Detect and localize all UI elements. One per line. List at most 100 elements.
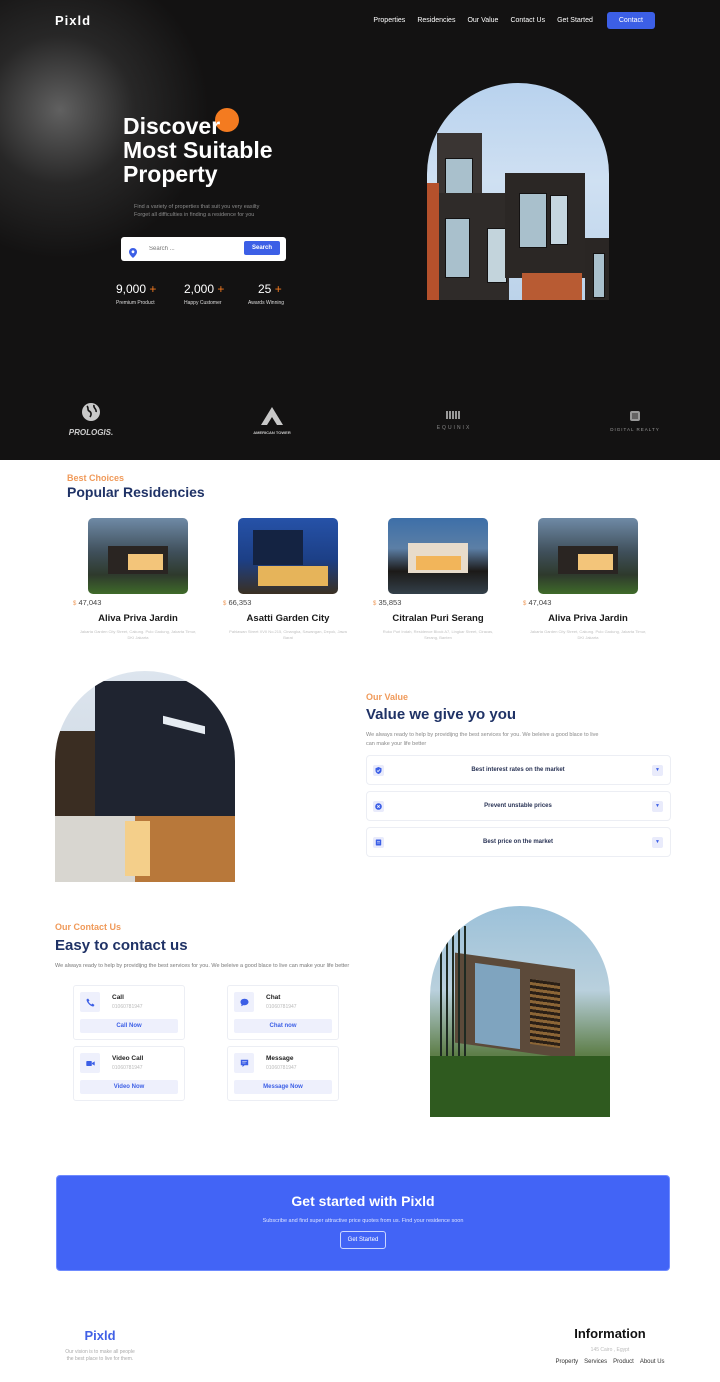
- contact-card-phone: 01060781947: [266, 1004, 297, 1010]
- stat-value: 25: [258, 282, 272, 296]
- currency-symbol: $: [373, 601, 377, 607]
- residencies-title: Popular Residencies: [67, 484, 205, 500]
- footer-brand: Pixld Our vision is to make all people th…: [55, 1328, 145, 1363]
- contact-eyebrow: Our Contact Us: [55, 922, 122, 932]
- value-eyebrow: Our Value: [366, 692, 409, 702]
- nav-our-value[interactable]: Our Value: [467, 17, 498, 24]
- currency-symbol: $: [223, 601, 227, 607]
- footer-link-product[interactable]: Product: [613, 1359, 634, 1365]
- accordion-title: Best interest rates on the market: [471, 767, 565, 773]
- accordion-item-unstable-prices[interactable]: Prevent unstable prices ▼: [366, 791, 671, 821]
- price-value: 47,043: [78, 598, 102, 607]
- residency-price: $ 35,853: [373, 598, 470, 607]
- footer-link-services[interactable]: Services: [584, 1359, 607, 1365]
- video-camera-icon: [80, 1053, 100, 1073]
- nav-residencies[interactable]: Residencies: [417, 17, 455, 24]
- contact-card-chat: Chat 01060781947 Chat now: [227, 985, 339, 1040]
- cta-subtitle: Subscribe and find super attractive pric…: [262, 1218, 464, 1224]
- digital-realty-icon: [630, 411, 640, 421]
- footer-logo[interactable]: Pixld: [55, 1328, 145, 1343]
- residency-image: [238, 518, 338, 594]
- shield-check-icon: [373, 764, 384, 776]
- footer-info-title: Information: [574, 1326, 646, 1341]
- currency-symbol: $: [73, 601, 77, 607]
- x-circle-icon: [373, 800, 384, 812]
- contact-card-title: Chat: [266, 994, 281, 1001]
- search-bar: Search: [121, 237, 286, 261]
- chevron-down-icon[interactable]: ▼: [652, 764, 663, 776]
- residency-address: Jakarta Garden City Street, Cakung. Pulo…: [529, 629, 647, 640]
- stat-premium-product: 9,000 + Premium Product: [116, 282, 182, 306]
- chevron-down-icon[interactable]: ▼: [652, 800, 663, 812]
- location-pin-icon: [129, 245, 137, 258]
- search-input[interactable]: [149, 246, 229, 252]
- residency-card[interactable]: $ 47,043 Aliva Priva Jardin Jakarta Gard…: [70, 518, 196, 641]
- video-now-button[interactable]: Video Now: [80, 1080, 178, 1094]
- cta-title: Get started with Pixld: [291, 1193, 435, 1209]
- value-section: Our Value Value we give yo you We always…: [366, 692, 671, 857]
- stat-suffix: +: [274, 282, 282, 296]
- hero-title-line-2: Most Suitable: [123, 137, 273, 163]
- residency-price: $ 47,043: [73, 598, 170, 607]
- residency-price: $ 47,043: [523, 598, 620, 607]
- accordion-title: Prevent unstable prices: [484, 803, 552, 809]
- accordion-item-interest-rates[interactable]: Best interest rates on the market ▼: [366, 755, 671, 785]
- partner-american-tower: AMERICAN TOWER: [240, 407, 304, 435]
- main-nav: Properties Residencies Our Value Contact…: [373, 12, 655, 29]
- equinix-bars-icon: [446, 411, 460, 419]
- tower-a-icon: [261, 407, 283, 425]
- hero-building-image: [427, 83, 609, 300]
- residency-price: $ 66,353: [223, 598, 320, 607]
- phone-icon: [80, 992, 100, 1012]
- contact-section: Our Contact Us Easy to contact us We alw…: [55, 922, 360, 970]
- stat-happy-customer: 2,000 + Happy Customer: [184, 282, 250, 306]
- contact-button[interactable]: Contact: [606, 12, 655, 29]
- residency-card[interactable]: $ 47,043 Aliva Priva Jardin Jakarta Gard…: [520, 518, 646, 641]
- contact-card-video-call: Video Call 01060781947 Video Now: [73, 1046, 185, 1101]
- hero-title: Discover Most Suitable Property: [123, 114, 323, 186]
- residency-name: Aliva Priva Jardin: [548, 613, 628, 624]
- call-now-button[interactable]: Call Now: [80, 1019, 178, 1033]
- globe-icon: [82, 403, 100, 421]
- residency-card[interactable]: $ 35,853 Citralan Puri Serang Ruko Puri …: [370, 518, 493, 641]
- document-icon: [373, 836, 384, 848]
- get-started-button[interactable]: Get Started: [339, 1231, 387, 1249]
- stat-suffix: +: [217, 282, 225, 296]
- contact-card-phone: 01060781947: [112, 1004, 143, 1010]
- value-building-image: [55, 671, 235, 882]
- message-now-button[interactable]: Message Now: [234, 1080, 332, 1094]
- partner-prologis: PROLOGIS.: [62, 402, 120, 437]
- price-value: 35,853: [378, 598, 402, 607]
- footer-information: Information 145 Cairo , Egypt Property S…: [540, 1326, 680, 1365]
- residency-address: Pahlawan Street XVII No.215, Cinangka, S…: [229, 629, 347, 640]
- residency-name: Citralan Puri Serang: [392, 613, 484, 624]
- contact-cards: Call 01060781947 Call Now Chat 010607819…: [73, 985, 339, 1101]
- footer-vision-line-2: the best place to live for them.: [66, 1356, 134, 1362]
- partner-logos: PROLOGIS. AMERICAN TOWER EQUINIX DIGITAL…: [0, 395, 720, 445]
- footer-link-about-us[interactable]: About Us: [640, 1359, 665, 1365]
- chevron-down-icon[interactable]: ▼: [652, 836, 663, 848]
- logo[interactable]: Pixld: [55, 13, 91, 28]
- value-title: Value we give yo you: [366, 706, 517, 723]
- nav-get-started[interactable]: Get Started: [557, 17, 593, 24]
- footer-link-property[interactable]: Property: [555, 1359, 578, 1365]
- accordion-item-best-price[interactable]: Best price on the market ▼: [366, 827, 671, 857]
- partner-name: PROLOGIS.: [68, 428, 114, 437]
- residency-image: [88, 518, 188, 594]
- residency-name: Asatti Garden City: [246, 613, 330, 624]
- accordion-title: Best price on the market: [482, 839, 554, 845]
- footer-links: Property Services Product About Us: [540, 1359, 680, 1365]
- hero-subtitle-line-2: Forget all difficulties in finding a res…: [134, 212, 255, 218]
- stat-label: Happy Customer: [184, 300, 222, 306]
- stat-value: 9,000: [116, 282, 147, 296]
- message-icon: [234, 1053, 254, 1073]
- nav-contact-us[interactable]: Contact Us: [510, 17, 545, 24]
- residency-image: [388, 518, 488, 594]
- nav-properties[interactable]: Properties: [373, 17, 405, 24]
- chat-now-button[interactable]: Chat now: [234, 1019, 332, 1033]
- residency-address: Ruko Puri Indah, Residence Block A7, Lin…: [382, 629, 494, 640]
- search-button[interactable]: Search: [243, 241, 280, 255]
- contact-card-phone: 01060781947: [112, 1065, 143, 1071]
- residency-card[interactable]: $ 66,353 Asatti Garden City Pahlawan Str…: [220, 518, 347, 641]
- stat-label: Awards Winning: [248, 300, 285, 306]
